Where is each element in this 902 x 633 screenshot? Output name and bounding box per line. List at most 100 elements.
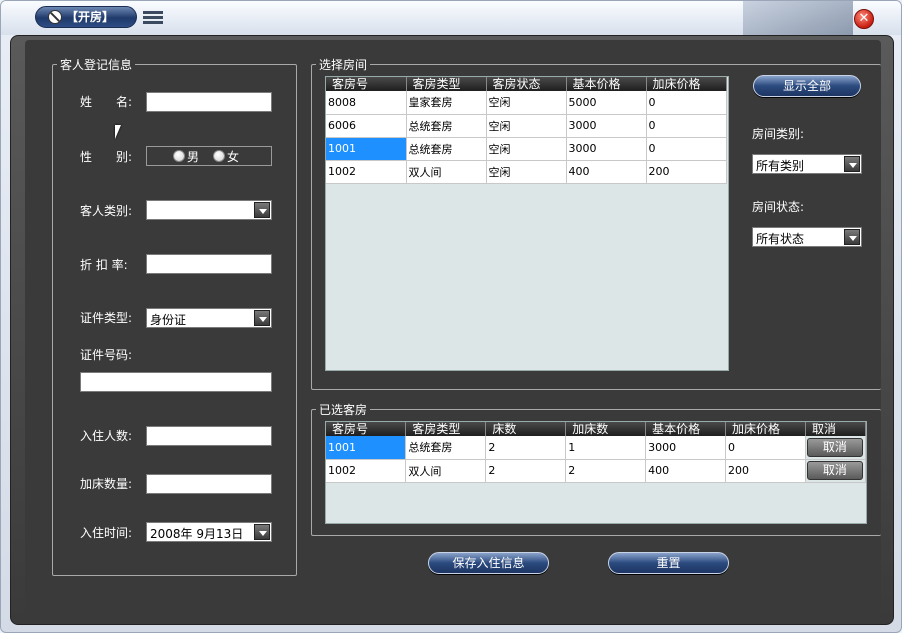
table-cell[interactable]: 0 <box>646 91 727 115</box>
checkin-date-picker[interactable]: 2008年 9月13日 <box>146 522 272 542</box>
table-cell-selected[interactable]: 1001 <box>326 137 407 161</box>
table-cell[interactable]: 0 <box>725 436 806 460</box>
table-cell[interactable]: 总统套房 <box>406 137 487 161</box>
guest-type-label: 客人类别: <box>80 204 133 218</box>
table-cell[interactable]: 空闲 <box>486 137 567 161</box>
room-type-label: 房间类别: <box>752 127 805 141</box>
room-table: 客房号 客房类型 客房状态 基本价格 加床价格 8008 皇家套房 空闲 500… <box>326 77 727 184</box>
column-header[interactable]: 客房类型 <box>406 77 487 91</box>
table-cell[interactable]: 1002 <box>326 160 407 184</box>
table-cell[interactable]: 6006 <box>326 114 407 138</box>
mouse-cursor <box>115 125 121 139</box>
show-all-button[interactable]: 显示全部 <box>753 75 861 97</box>
column-header[interactable]: 基本价格 <box>645 422 727 436</box>
table-row[interactable]: 6006 总统套房 空闲 3000 0 <box>326 114 727 138</box>
table-cell[interactable]: 总统套房 <box>405 436 487 460</box>
chevron-down-icon[interactable] <box>254 202 270 218</box>
column-header[interactable]: 取消 <box>805 422 867 436</box>
table-cell[interactable]: 双人间 <box>406 160 487 184</box>
table-cell[interactable]: 8008 <box>326 91 407 115</box>
table-cell[interactable]: 3000 <box>566 114 647 138</box>
save-checkin-button[interactable]: 保存入住信息 <box>428 552 549 574</box>
menu-icon[interactable] <box>143 11 163 24</box>
room-status-select[interactable]: 所有状态 <box>752 227 862 247</box>
table-cell[interactable]: 5000 <box>566 91 647 115</box>
table-row-selected[interactable]: 1001 总统套房 空闲 3000 0 <box>326 137 727 161</box>
chevron-down-icon[interactable] <box>844 156 860 172</box>
column-header[interactable]: 加床价格 <box>646 77 727 91</box>
extra-beds-input[interactable] <box>146 474 272 494</box>
discount-input[interactable] <box>146 254 272 274</box>
table-row[interactable]: 8008 皇家套房 空闲 5000 0 <box>326 91 727 115</box>
gender-male-radio[interactable] <box>173 150 185 162</box>
table-cell[interactable]: 200 <box>646 160 727 184</box>
window-frame: 客人登记信息 姓 名: 性 别: 男 女 客人类别: 折 扣 率: 证件类型: <box>10 35 894 625</box>
selected-rooms-table: 客房号 客房类型 床数 加床数 基本价格 加床价格 取消 1001 总统套房 2 <box>326 422 867 483</box>
table-cell[interactable]: 皇家套房 <box>406 91 487 115</box>
table-cell[interactable]: 400 <box>566 160 647 184</box>
close-button[interactable]: ✕ <box>854 9 874 29</box>
table-cell[interactable]: 双人间 <box>405 459 487 483</box>
id-type-value: 身份证 <box>150 313 187 327</box>
chevron-down-icon[interactable] <box>254 524 270 540</box>
table-cell[interactable]: 空闲 <box>486 160 567 184</box>
name-label: 姓 名: <box>80 95 133 109</box>
id-number-label: 证件号码: <box>80 348 133 362</box>
column-header[interactable]: 加床数 <box>565 422 647 436</box>
table-row[interactable]: 1002 双人间 空闲 400 200 <box>326 160 727 184</box>
table-cell[interactable]: 空闲 <box>486 114 567 138</box>
table-row[interactable]: 1001 总统套房 2 1 3000 0 取消 <box>326 436 867 460</box>
cancel-room-button[interactable]: 取消 <box>806 437 863 457</box>
gender-female-radio[interactable] <box>213 150 225 162</box>
room-type-value: 所有类别 <box>756 159 805 173</box>
id-number-input[interactable] <box>80 372 272 392</box>
table-cell[interactable]: 3000 <box>645 436 727 460</box>
window-title-text: 【开房】 <box>66 10 115 24</box>
main-panel: 客人登记信息 姓 名: 性 别: 男 女 客人类别: 折 扣 率: 证件类型: <box>25 40 881 616</box>
column-header[interactable]: 客房号 <box>326 422 407 436</box>
table-cell[interactable]: 0 <box>646 137 727 161</box>
gender-radio-group: 男 女 <box>146 146 272 166</box>
table-cell[interactable]: 空闲 <box>486 91 567 115</box>
occupants-input[interactable] <box>146 426 272 446</box>
occupants-label: 入住人数: <box>80 429 133 443</box>
checkin-label: 入住时间: <box>80 526 133 540</box>
reset-button[interactable]: 重置 <box>608 552 729 574</box>
room-status-label: 房间状态: <box>752 200 805 214</box>
name-input[interactable] <box>146 92 272 112</box>
column-header[interactable]: 加床价格 <box>725 422 806 436</box>
column-header[interactable]: 客房状态 <box>486 77 567 91</box>
checkin-date-value: 2008年 9月13日 <box>150 527 244 541</box>
id-type-label: 证件类型: <box>80 311 133 325</box>
id-type-select[interactable]: 身份证 <box>146 308 272 328</box>
selected-rooms-grid[interactable]: 客房号 客房类型 床数 加床数 基本价格 加床价格 取消 1001 总统套房 2 <box>325 421 867 524</box>
chevron-down-icon[interactable] <box>844 229 860 245</box>
title-grip-decoration <box>743 1 853 35</box>
column-header[interactable]: 基本价格 <box>566 77 647 91</box>
table-cell[interactable]: 1 <box>565 436 647 460</box>
chevron-down-icon[interactable] <box>254 310 270 326</box>
table-cell-selected[interactable]: 1001 <box>326 436 407 460</box>
column-header[interactable]: 客房号 <box>326 77 407 91</box>
table-cell[interactable]: 2 <box>565 459 647 483</box>
table-cell[interactable]: 200 <box>725 459 806 483</box>
column-header[interactable]: 客房类型 <box>405 422 487 436</box>
extra-beds-label: 加床数量: <box>80 477 133 491</box>
table-cell[interactable]: 0 <box>646 114 727 138</box>
guest-type-select[interactable] <box>146 200 272 220</box>
room-type-select[interactable]: 所有类别 <box>752 154 862 174</box>
gender-female-label: 女 <box>227 150 240 164</box>
table-cell[interactable]: 1002 <box>326 459 407 483</box>
table-cell[interactable]: 总统套房 <box>406 114 487 138</box>
table-cell[interactable]: 3000 <box>566 137 647 161</box>
table-cell[interactable]: 400 <box>645 459 727 483</box>
table-cell: 取消 <box>805 436 867 460</box>
guest-info-legend: 客人登记信息 <box>60 58 133 72</box>
table-cell[interactable]: 2 <box>485 459 567 483</box>
room-status-value: 所有状态 <box>756 232 805 246</box>
column-header[interactable]: 床数 <box>485 422 567 436</box>
room-grid[interactable]: 客房号 客房类型 客房状态 基本价格 加床价格 8008 皇家套房 空闲 500… <box>325 76 729 371</box>
table-cell[interactable]: 2 <box>485 436 567 460</box>
table-row[interactable]: 1002 双人间 2 2 400 200 取消 <box>326 459 867 483</box>
cancel-room-button[interactable]: 取消 <box>806 461 863 480</box>
